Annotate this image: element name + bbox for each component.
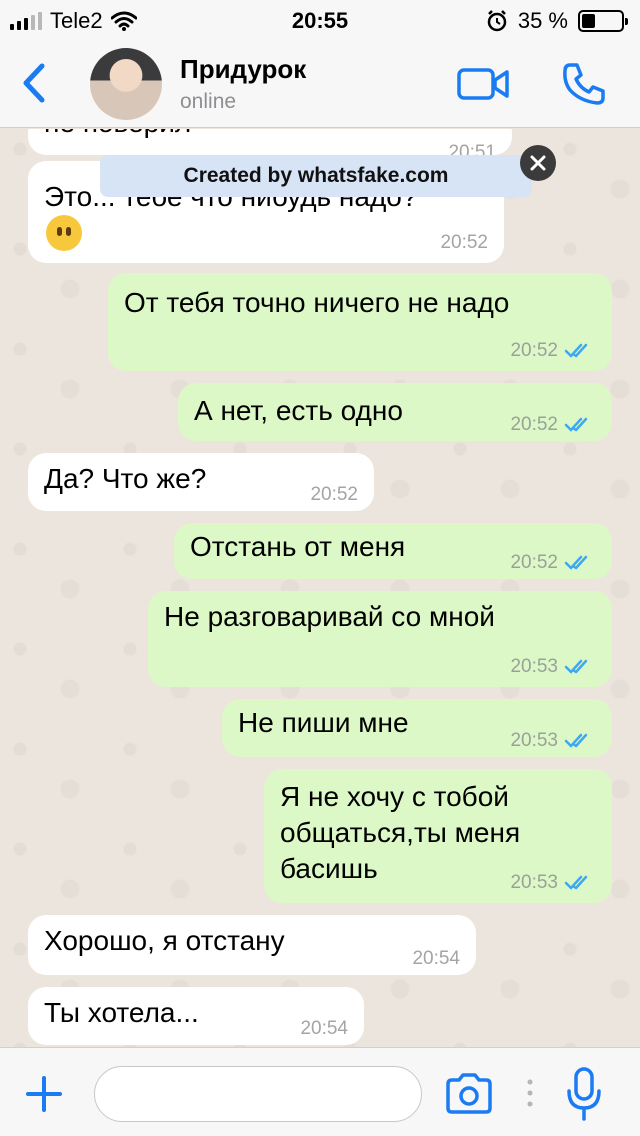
alarm-icon <box>487 10 507 32</box>
message-time: 20:52 <box>510 340 558 361</box>
message-meta: 20:54 <box>300 1019 348 1039</box>
message-time: 20:53 <box>510 656 558 677</box>
read-double-check-icon <box>564 659 588 674</box>
message-text: не поверил <box>44 129 191 141</box>
message-text: Не разговаривай со мной <box>164 601 495 632</box>
close-icon[interactable] <box>520 145 556 181</box>
message-time: 20:52 <box>310 484 358 505</box>
read-double-check-icon <box>564 875 588 890</box>
message-time: 20:53 <box>510 872 558 893</box>
message-meta: 20:52 <box>440 233 488 253</box>
neutral-face-emoji <box>46 215 82 251</box>
message-meta: 20:52 <box>510 553 596 573</box>
message-meta: 20:53 <box>510 873 596 893</box>
input-bar <box>0 1047 640 1136</box>
chat-area[interactable]: не поверил 20:51 Это... тебе что нибудь … <box>0 129 640 1047</box>
message-out[interactable]: Я не хочу с тобой общаться,ты меня басиш… <box>264 769 612 903</box>
message-text: Хорошо, я отстану <box>44 925 285 956</box>
contact-name[interactable]: Придурок <box>180 54 306 85</box>
read-double-check-icon <box>564 733 588 748</box>
message-meta: 20:53 <box>510 731 596 751</box>
message-out[interactable]: Не разговаривай со мной 20:53 <box>148 591 612 687</box>
message-meta: 20:52 <box>310 485 358 505</box>
message-in[interactable]: Ты хотела... 20:54 <box>28 987 364 1045</box>
message-text: А нет, есть одно <box>194 395 403 426</box>
message-out[interactable]: Отстань от меня 20:52 <box>174 523 612 579</box>
plus-icon[interactable] <box>22 1072 66 1116</box>
back-chevron-icon[interactable] <box>14 58 54 108</box>
message-time: 20:52 <box>440 232 488 253</box>
message-time: 20:52 <box>510 552 558 573</box>
message-time: 20:52 <box>510 414 558 435</box>
message-meta: 20:53 <box>510 657 596 677</box>
message-text: Отстань от меня <box>190 531 406 562</box>
read-double-check-icon <box>564 343 588 358</box>
message-time: 20:54 <box>300 1018 348 1039</box>
status-right-group: 35 % <box>486 8 628 34</box>
message-text: Я не хочу с тобой общаться,ты меня басиш… <box>280 781 521 884</box>
contact-status: online <box>180 90 237 113</box>
camera-icon[interactable] <box>444 1072 494 1116</box>
message-text: От тебя точно ничего не надо <box>124 287 510 318</box>
message-out[interactable]: Не пиши мне 20:53 <box>222 699 612 757</box>
status-bar: Tele2 20:55 35 % <box>0 0 640 40</box>
battery-percent: 35 % <box>517 8 568 33</box>
video-call-icon[interactable] <box>456 64 510 104</box>
message-in[interactable]: Да? Что же? 20:52 <box>28 453 374 511</box>
message-out[interactable]: А нет, есть одно 20:52 <box>178 383 612 441</box>
read-double-check-icon <box>564 555 588 570</box>
message-in[interactable]: Хорошо, я отстану 20:54 <box>28 915 476 975</box>
chat-header: Придурок online <box>0 40 640 128</box>
message-input[interactable] <box>94 1066 422 1122</box>
message-text: Да? Что же? <box>44 463 207 494</box>
message-meta: 20:52 <box>510 415 596 435</box>
message-in[interactable]: не поверил 20:51 <box>28 129 512 163</box>
read-double-check-icon <box>564 417 588 432</box>
message-text: Не пиши мне <box>238 707 409 738</box>
message-meta: 20:54 <box>412 949 460 969</box>
avatar[interactable] <box>90 48 162 120</box>
battery-icon <box>578 10 628 32</box>
microphone-icon[interactable] <box>566 1066 602 1122</box>
message-time: 20:54 <box>412 948 460 969</box>
message-text: Ты хотела... <box>44 997 199 1028</box>
battery-fill <box>582 14 596 28</box>
message-meta: 20:52 <box>510 341 596 361</box>
watermark-banner: Created by whatsfake.com <box>100 155 532 197</box>
message-out[interactable]: От тебя точно ничего не надо 20:52 <box>108 273 612 371</box>
message-time: 20:53 <box>510 730 558 751</box>
more-dots-icon[interactable] <box>526 1078 534 1108</box>
phone-icon[interactable] <box>560 60 608 108</box>
